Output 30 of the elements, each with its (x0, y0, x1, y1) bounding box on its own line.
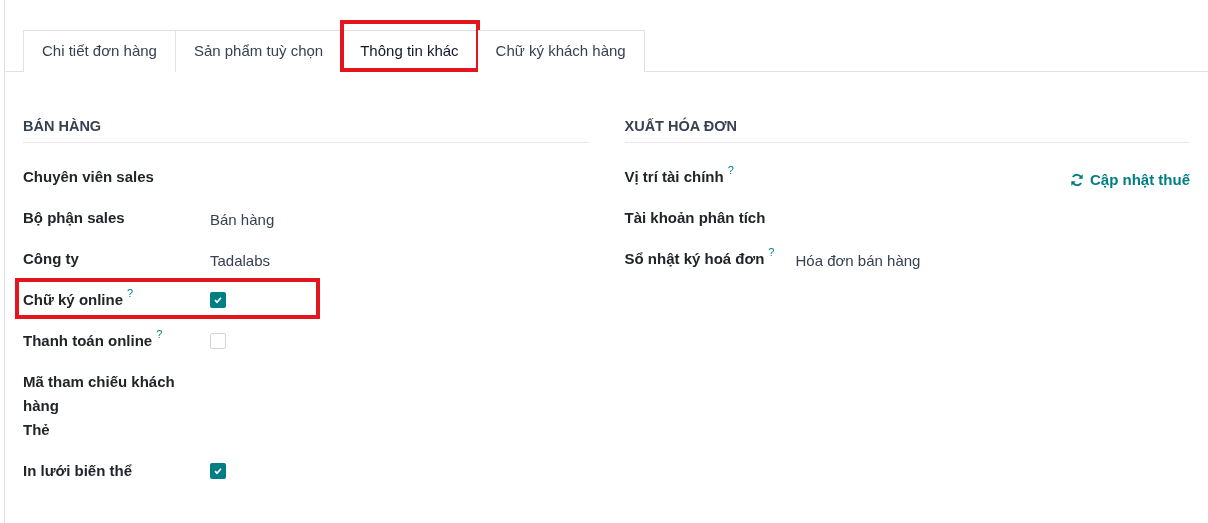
update-taxes-button[interactable]: Cập nhật thuế (1070, 167, 1190, 192)
field-label: Tài khoản phân tích (624, 207, 766, 228)
check-icon (213, 465, 223, 476)
help-icon[interactable]: ? (768, 244, 775, 259)
refresh-icon (1070, 172, 1084, 187)
check-icon (213, 294, 223, 305)
field-label: Mã tham chiếu khách hàng (23, 371, 176, 416)
section-heading: XUẤT HÓA ĐƠN (624, 116, 1190, 143)
field-label: Bộ phận sales (23, 207, 125, 228)
field-label: Chuyên viên sales (23, 166, 154, 187)
field-value[interactable]: Tadalabs (210, 248, 271, 273)
help-icon[interactable]: ? (156, 326, 163, 341)
field-label: Thẻ (23, 419, 50, 440)
help-icon[interactable]: ? (127, 285, 134, 300)
field-label: Chữ ký online (23, 289, 124, 310)
field-label: Vị trí tài chính (624, 166, 724, 187)
field-label: In lưới biến thể (23, 460, 133, 481)
checkbox[interactable] (210, 462, 226, 479)
field-label: Công ty (23, 248, 79, 269)
tab[interactable]: Chi tiết đơn hàng (23, 30, 176, 72)
checkbox[interactable] (210, 332, 226, 349)
field-label: Thanh toán online (23, 330, 153, 351)
field-label: Sổ nhật ký hoá đơn (624, 248, 765, 269)
field-value[interactable]: Hóa đơn bán hàng (795, 248, 921, 273)
checkbox[interactable] (210, 291, 226, 308)
tab[interactable]: Chữ ký khách hàng (477, 30, 645, 72)
section-heading: BÁN HÀNG (23, 116, 589, 143)
help-icon[interactable]: ? (727, 162, 734, 177)
field-value[interactable]: Bán hàng (210, 207, 275, 232)
tab[interactable]: Sản phẩm tuỳ chọn (175, 30, 343, 72)
